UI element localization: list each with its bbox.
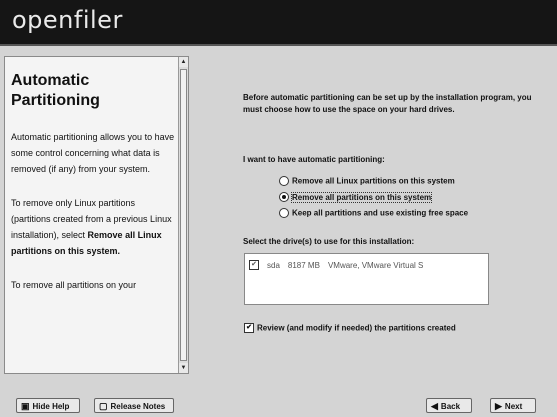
review-label: Review (and modify if needed) the partit… [257, 323, 456, 333]
scroll-up-arrow-icon[interactable]: ▲ [179, 57, 188, 67]
drive-name: sda [267, 260, 280, 270]
back-button[interactable]: ◀ Back [426, 398, 472, 413]
help-paragraph-1: Automatic partitioning allows you to hav… [11, 132, 175, 174]
drive-size: 8187 MB [287, 260, 320, 270]
partition-form: Before automatic partitioning can be set… [243, 92, 543, 116]
next-button[interactable]: ▶ Next [490, 398, 536, 413]
back-arrow-icon: ◀ [431, 401, 438, 411]
help-panel: Automatic Partitioning Automatic partiti… [4, 56, 189, 374]
checkbox-checked-icon[interactable]: ✔ [249, 260, 259, 270]
help-content: Automatic Partitioning Automatic partiti… [11, 71, 177, 311]
intro-text: Before automatic partitioning can be set… [243, 93, 532, 114]
hide-help-button[interactable]: ▣ Hide Help [16, 398, 80, 413]
hide-help-label: Hide Help [32, 402, 70, 411]
help-paragraph-2: To remove only Linux partitions (partiti… [11, 195, 177, 259]
radio-label: Remove all Linux partitions on this syst… [292, 176, 455, 186]
openfiler-logo: openfiler [12, 6, 123, 34]
radio-button-icon[interactable] [279, 208, 289, 218]
partitioning-label: I want to have automatic partitioning: [243, 155, 385, 164]
drive-model: VMware, VMware Virtual S [327, 260, 424, 270]
radio-remove-all[interactable]: Remove all partitions on this system [279, 191, 433, 204]
drive-list[interactable]: ✔ sda 8187 MB VMware, VMware Virtual S [244, 253, 489, 305]
scroll-thumb[interactable] [180, 69, 187, 361]
radio-button-selected-icon[interactable] [279, 192, 289, 202]
radio-remove-linux[interactable]: Remove all Linux partitions on this syst… [279, 176, 455, 188]
next-arrow-icon: ▶ [495, 401, 502, 411]
radio-keep-all[interactable]: Keep all partitions and use existing fre… [279, 208, 468, 220]
button-bar: ▣ Hide Help ▢ Release Notes ◀ Back ▶ Next [0, 394, 557, 417]
back-label: Back [440, 402, 461, 411]
drive-row[interactable]: ✔ sda 8187 MB VMware, VMware Virtual S [249, 260, 431, 270]
release-notes-label: Release Notes [110, 402, 166, 411]
radio-button-icon[interactable] [279, 176, 289, 186]
help-title: Automatic Partitioning [11, 72, 100, 109]
review-checkbox-row[interactable]: ✔ Review (and modify if needed) the parti… [244, 323, 456, 333]
header-banner: openfiler [0, 0, 557, 46]
document-icon: ▢ [99, 401, 108, 411]
help-icon: ▣ [21, 401, 30, 411]
scroll-down-arrow-icon[interactable]: ▼ [179, 363, 188, 373]
help-scrollbar[interactable]: ▲ ▼ [178, 57, 188, 373]
help-paragraph-3: To remove all partitions on your [11, 280, 137, 290]
release-notes-button[interactable]: ▢ Release Notes [94, 398, 174, 413]
next-label: Next [504, 402, 523, 411]
radio-label: Keep all partitions and use existing fre… [292, 208, 469, 218]
radio-label: Remove all partitions on this system [290, 191, 433, 203]
drive-select-label: Select the drive(s) to use for this inst… [243, 237, 415, 246]
checkbox-checked-icon[interactable]: ✔ [244, 323, 254, 333]
